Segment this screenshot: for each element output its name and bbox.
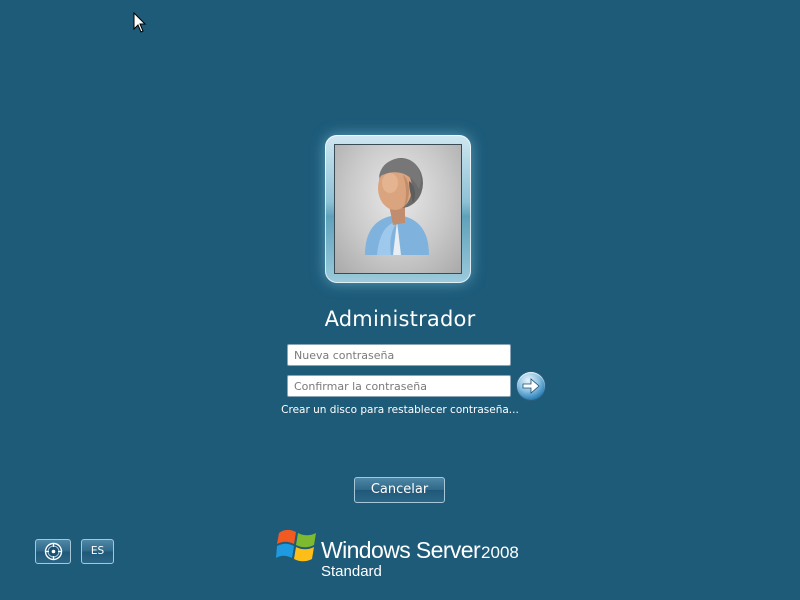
product-version: 2008 <box>481 543 519 562</box>
new-password-field[interactable] <box>287 344 511 366</box>
user-tile <box>325 135 471 283</box>
mouse-cursor <box>133 11 147 34</box>
ease-of-access-icon <box>44 542 63 561</box>
username-label: Administrador <box>324 307 476 331</box>
submit-arrow-button[interactable] <box>517 372 545 400</box>
windows-server-branding: Windows Server2008 Standard <box>276 525 536 585</box>
arrow-right-icon <box>522 378 540 394</box>
create-reset-disk-link[interactable]: Crear un disco para restablecer contrase… <box>250 404 550 416</box>
user-avatar <box>334 144 462 274</box>
windows-flag-icon <box>276 529 316 562</box>
user-silhouette-icon <box>365 158 429 255</box>
ease-of-access-button[interactable] <box>35 539 71 564</box>
confirm-password-field[interactable] <box>287 375 511 397</box>
product-name: Windows Server2008 <box>321 537 519 564</box>
cancel-button[interactable]: Cancelar <box>354 477 445 503</box>
language-button[interactable]: ES <box>81 539 114 564</box>
product-edition: Standard <box>321 563 382 580</box>
product-title: Windows Server <box>321 537 481 563</box>
